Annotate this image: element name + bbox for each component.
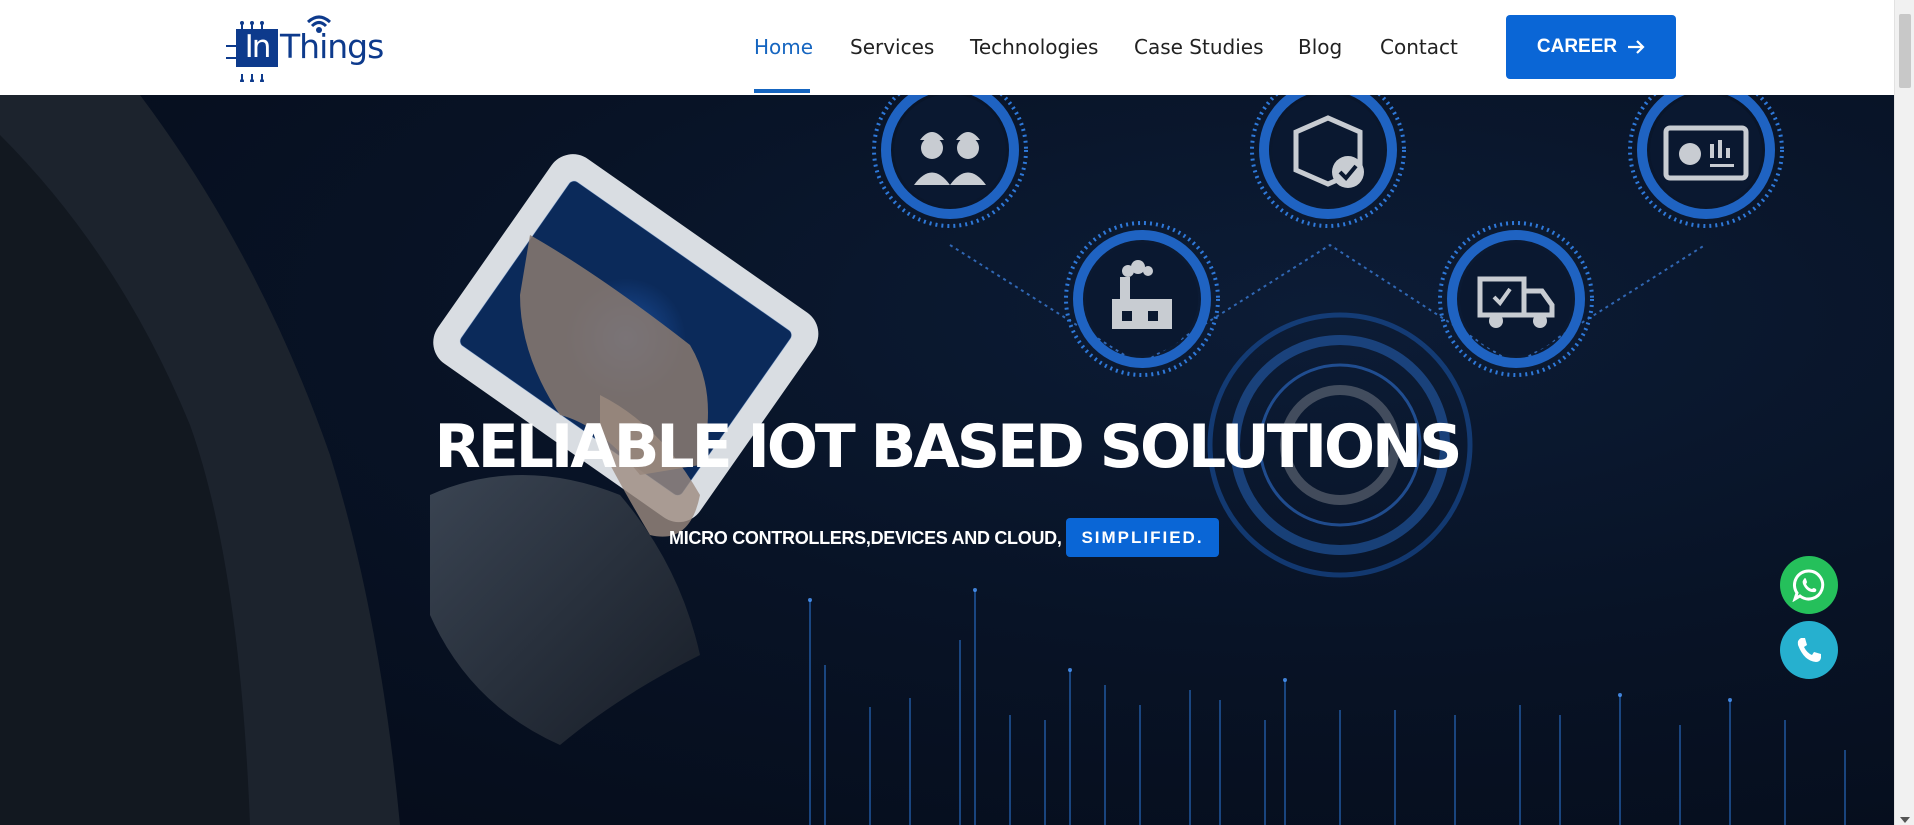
career-button[interactable]: CAREER — [1506, 15, 1676, 79]
delivery-truck-icon — [1438, 221, 1594, 377]
phone-icon — [1797, 638, 1821, 662]
page-scrollbar[interactable] — [1894, 0, 1914, 825]
phone-button[interactable] — [1780, 621, 1838, 679]
nav-blog[interactable]: Blog — [1298, 34, 1342, 60]
whatsapp-button[interactable] — [1780, 556, 1838, 614]
nav-technologies[interactable]: Technologies — [970, 34, 1098, 60]
site-logo[interactable]: In Things — [222, 14, 392, 82]
nav-contact[interactable]: Contact — [1380, 34, 1458, 60]
dashboard-report-icon — [1628, 95, 1784, 228]
site-header: In Things Home Services Technologies Cas… — [0, 0, 1894, 95]
hero-subtitle: MICRO CONTROLLERS,DEVICES AND CLOUD, — [669, 528, 1062, 548]
scrollbar-thumb[interactable] — [1899, 14, 1911, 88]
scroll-down-arrow-icon[interactable] — [1900, 817, 1910, 823]
simplified-badge: SIMPLIFIED. — [1066, 518, 1219, 557]
wifi-icon — [306, 15, 332, 33]
factory-icon — [1064, 221, 1220, 377]
nav-case-studies[interactable]: Case Studies — [1134, 34, 1264, 60]
package-check-icon — [1250, 95, 1406, 228]
nav-home[interactable]: Home — [754, 34, 813, 60]
career-button-label: CAREER — [1536, 36, 1618, 57]
arrow-right-icon — [1628, 40, 1645, 54]
nav-services[interactable]: Services — [850, 34, 934, 60]
logo-mark: In — [236, 29, 278, 67]
active-nav-indicator — [754, 89, 810, 93]
hero-section: RELIABLE IOT BASED SOLUTIONS MICRO CONTR… — [0, 95, 1894, 825]
workers-icon — [872, 95, 1028, 228]
hero-title: RELIABLE IOT BASED SOLUTIONS — [434, 412, 1463, 482]
whatsapp-icon — [1792, 569, 1825, 602]
